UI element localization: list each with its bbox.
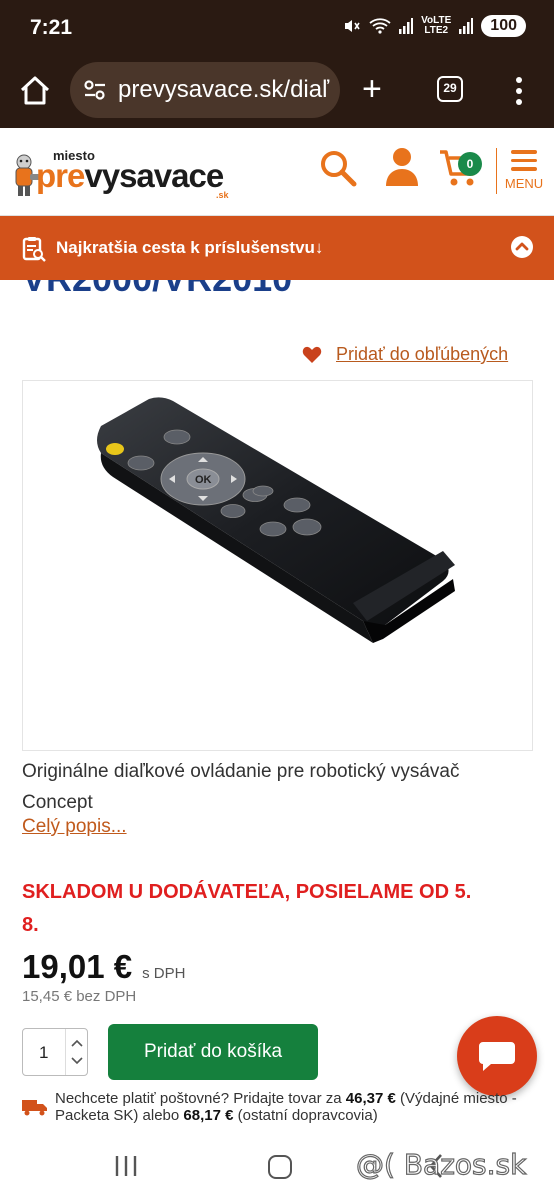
header-divider — [496, 148, 497, 194]
mute-icon — [345, 20, 360, 32]
truck-icon — [22, 1100, 47, 1116]
cart-count-badge: 0 — [458, 152, 482, 176]
tab-switcher-button[interactable]: 29 — [437, 76, 463, 102]
chat-button[interactable] — [457, 1016, 537, 1096]
add-to-cart-button[interactable]: Pridať do košíka — [108, 1024, 318, 1080]
browser-toolbar: prevysavace.sk/diaľ + 29 — [0, 56, 554, 128]
home-icon[interactable] — [18, 74, 52, 108]
chat-bubble-icon — [479, 1042, 515, 1071]
add-to-favourites[interactable]: Pridať do obľúbených — [302, 344, 508, 365]
logo-wordmark: prevysavace — [36, 157, 224, 194]
site-settings-icon[interactable] — [82, 77, 108, 103]
product-image[interactable]: OK — [22, 380, 533, 751]
chevron-up-icon — [515, 242, 529, 251]
chevron-down-icon[interactable] — [71, 1057, 83, 1065]
accessories-banner[interactable]: Najkratšia cesta k príslušenstvu↓ — [0, 216, 554, 280]
hamburger-icon — [511, 150, 537, 171]
shipping-text: Nechcete platiť poštovné? Pridajte tovar… — [55, 1090, 517, 1124]
quantity-arrows — [65, 1029, 87, 1075]
watermark: @( Bazos.sk — [355, 1147, 527, 1181]
new-tab-button[interactable]: + — [362, 70, 382, 109]
more-options-icon[interactable] — [510, 74, 528, 108]
stock-status: SKLADOM U DODÁVATEĽA, POSIELAME OD 5. 8. — [22, 881, 472, 936]
product-title: VR2000/VR2010 — [22, 280, 292, 300]
status-bar: 7:21 VoLTE LTE2 100 — [0, 0, 554, 56]
favourites-link[interactable]: Pridať do obľúbených — [336, 344, 508, 365]
chevron-up-icon[interactable] — [71, 1039, 83, 1047]
logo-sk: .sk — [216, 190, 229, 200]
heart-icon — [302, 346, 322, 363]
quantity-stepper[interactable]: 1 — [22, 1028, 88, 1076]
signal-icon-2 — [459, 18, 474, 34]
price-block: 19,01 € s DPH — [22, 948, 185, 986]
user-account-icon[interactable] — [384, 146, 420, 188]
remote-control-image: OK — [97, 397, 455, 643]
price-vat-label: s DPH — [142, 965, 186, 982]
quantity-value[interactable]: 1 — [39, 1043, 48, 1063]
status-icons: VoLTE LTE2 100 — [343, 15, 526, 37]
product-title-container: VR2000/VR2010 — [0, 280, 554, 302]
battery-indicator: 100 — [481, 15, 526, 37]
price-with-vat: 19,01 € — [22, 948, 133, 985]
clipboard-search-icon — [22, 237, 46, 262]
price-without-vat: 15,45 € bez DPH — [22, 988, 137, 1005]
signal-icon — [399, 18, 414, 34]
menu-label: MENU — [504, 175, 544, 191]
network-label: VoLTE LTE2 — [421, 15, 452, 36]
search-icon[interactable] — [318, 148, 358, 188]
home-nav-button[interactable] — [268, 1155, 292, 1179]
url-text: prevysavace.sk/diaľ — [118, 76, 330, 103]
address-bar[interactable]: prevysavace.sk/diaľ — [70, 62, 340, 118]
banner-text: Najkratšia cesta k príslušenstvu↓ — [56, 238, 324, 257]
status-time: 7:21 — [30, 16, 73, 39]
site-logo[interactable]: miesto prevysavace .sk — [10, 146, 230, 206]
menu-button[interactable]: MENU — [504, 150, 544, 200]
recent-apps-icon[interactable] — [114, 1155, 138, 1177]
wifi-icon — [369, 18, 391, 34]
full-description-link[interactable]: Celý popis... — [22, 816, 127, 838]
remote-ok-label: OK — [195, 474, 212, 486]
banner-collapse-button[interactable] — [511, 236, 533, 258]
product-description: Originálne diaľkové ovládanie pre roboti… — [22, 761, 460, 813]
